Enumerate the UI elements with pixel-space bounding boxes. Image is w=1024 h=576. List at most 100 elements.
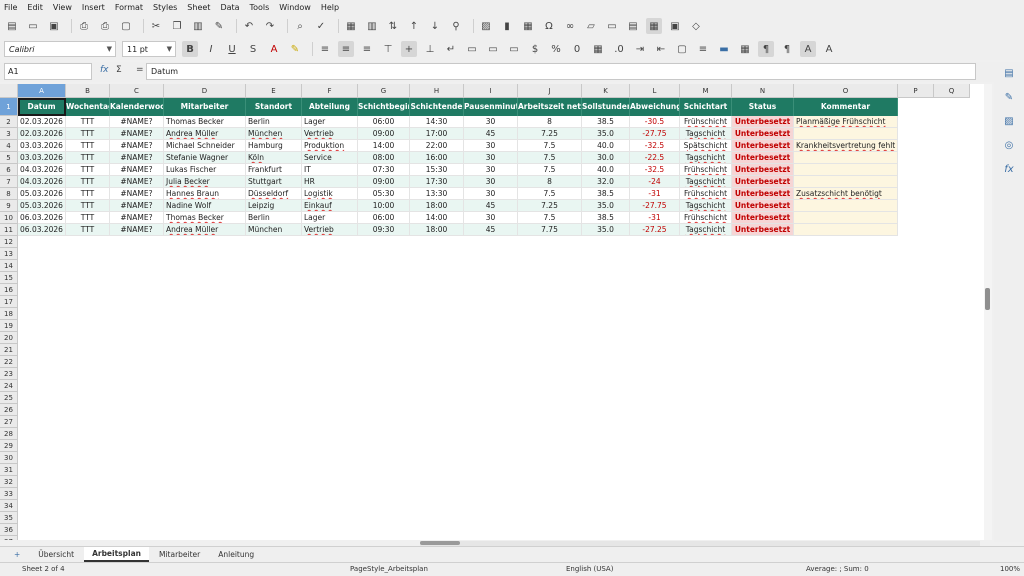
- table-cell[interactable]: 45: [464, 200, 518, 212]
- row-header[interactable]: 4: [0, 140, 18, 152]
- row-header[interactable]: 13: [0, 248, 18, 260]
- column-header[interactable]: H: [410, 84, 464, 98]
- table-cell[interactable]: #NAME?: [110, 116, 164, 128]
- undo-icon[interactable]: ↶: [241, 18, 257, 34]
- table-cell[interactable]: [794, 200, 898, 212]
- column-header[interactable]: K: [582, 84, 630, 98]
- table-cell[interactable]: [794, 176, 898, 188]
- font-color-icon[interactable]: A: [266, 41, 282, 57]
- table-cell[interactable]: 30: [464, 140, 518, 152]
- merge-center-icon[interactable]: ▭: [464, 41, 480, 57]
- menu-item[interactable]: Data: [220, 3, 239, 12]
- table-cell[interactable]: TTT: [66, 224, 110, 236]
- table-cell[interactable]: #NAME?: [110, 152, 164, 164]
- table-header-cell[interactable]: Sollstunden: [582, 98, 630, 116]
- table-cell[interactable]: 07:30: [358, 164, 410, 176]
- table-cell[interactable]: [794, 164, 898, 176]
- sheet-tab[interactable]: Arbeitsplan: [84, 547, 149, 562]
- column-header[interactable]: C: [110, 84, 164, 98]
- table-cell[interactable]: -24: [630, 176, 680, 188]
- add-sheet-button[interactable]: +: [6, 548, 28, 561]
- column-header[interactable]: Q: [934, 84, 970, 98]
- table-cell[interactable]: -22.5: [630, 152, 680, 164]
- table-cell[interactable]: 45: [464, 128, 518, 140]
- zoom-level[interactable]: 100%: [1000, 565, 1020, 573]
- row-header[interactable]: 24: [0, 380, 18, 392]
- table-cell[interactable]: 17:00: [410, 128, 464, 140]
- row-header[interactable]: 37: [0, 536, 18, 540]
- menu-item[interactable]: Sheet: [187, 3, 210, 12]
- table-cell[interactable]: 40.0: [582, 164, 630, 176]
- table-cell[interactable]: 38.5: [582, 212, 630, 224]
- table-cell[interactable]: Michael Schneider: [164, 140, 246, 152]
- table-cell[interactable]: TTT: [66, 212, 110, 224]
- table-cell[interactable]: 13:30: [410, 188, 464, 200]
- table-cell[interactable]: 14:00: [410, 212, 464, 224]
- table-cell[interactable]: Lukas Fischer: [164, 164, 246, 176]
- split-window-icon[interactable]: ▣: [667, 18, 683, 34]
- sort-ascending-icon[interactable]: ↑: [406, 18, 422, 34]
- paste-icon[interactable]: ▥: [190, 18, 206, 34]
- table-cell[interactable]: Hannes Braun: [164, 188, 246, 200]
- table-cell[interactable]: Logistik: [302, 188, 358, 200]
- table-cell[interactable]: #NAME?: [110, 128, 164, 140]
- vertical-scrollbar[interactable]: [984, 84, 992, 540]
- table-cell[interactable]: TTT: [66, 164, 110, 176]
- row-header[interactable]: 6: [0, 164, 18, 176]
- table-cell[interactable]: Unterbesetzt: [732, 116, 794, 128]
- table-cell[interactable]: Berlin: [246, 212, 302, 224]
- table-cell[interactable]: TTT: [66, 140, 110, 152]
- gallery-icon[interactable]: ▨: [1001, 114, 1017, 130]
- select-all-corner[interactable]: [0, 84, 18, 98]
- table-header-cell[interactable]: Schichtart: [680, 98, 732, 116]
- define-print-area-icon[interactable]: ▤: [625, 18, 641, 34]
- table-cell[interactable]: Produktion: [302, 140, 358, 152]
- menu-item[interactable]: View: [53, 3, 72, 12]
- align-center-icon[interactable]: ≡: [338, 41, 354, 57]
- table-cell[interactable]: 22:00: [410, 140, 464, 152]
- table-cell[interactable]: Frühschicht: [680, 164, 732, 176]
- column-header[interactable]: J: [518, 84, 582, 98]
- row-header[interactable]: 33: [0, 488, 18, 500]
- table-cell[interactable]: [794, 128, 898, 140]
- row-header[interactable]: 7: [0, 176, 18, 188]
- table-cell[interactable]: -30.5: [630, 116, 680, 128]
- row-header[interactable]: 27: [0, 416, 18, 428]
- table-cell[interactable]: 7.5: [518, 212, 582, 224]
- border-style-icon[interactable]: ≡: [695, 41, 711, 57]
- table-cell[interactable]: Unterbesetzt: [732, 176, 794, 188]
- font-name-box[interactable]: Calibri ▼: [4, 41, 116, 57]
- table-cell[interactable]: Frühschicht: [680, 212, 732, 224]
- hyperlink-icon[interactable]: ∞: [562, 18, 578, 34]
- row-header[interactable]: 18: [0, 308, 18, 320]
- italic-icon[interactable]: I: [203, 41, 219, 57]
- table-cell[interactable]: 02.03.2026: [18, 116, 66, 128]
- table-cell[interactable]: Unterbesetzt: [732, 164, 794, 176]
- row-header[interactable]: 23: [0, 368, 18, 380]
- sum-icon[interactable]: Σ: [116, 65, 122, 75]
- table-cell[interactable]: Unterbesetzt: [732, 224, 794, 236]
- menu-item[interactable]: File: [4, 3, 17, 12]
- redo-icon[interactable]: ↷: [262, 18, 278, 34]
- table-cell[interactable]: Unterbesetzt: [732, 200, 794, 212]
- align-bottom-icon[interactable]: ⊥: [422, 41, 438, 57]
- table-cell[interactable]: Düsseldorf: [246, 188, 302, 200]
- table-cell[interactable]: 14:00: [358, 140, 410, 152]
- table-cell[interactable]: -27.25: [630, 224, 680, 236]
- table-cell[interactable]: 35.0: [582, 200, 630, 212]
- export-pdf-icon[interactable]: ⎙: [76, 18, 92, 34]
- table-cell[interactable]: 30: [464, 212, 518, 224]
- show-draw-functions-icon[interactable]: ◇: [688, 18, 704, 34]
- table-header-cell[interactable]: Schichtbeginn: [358, 98, 410, 116]
- row-header[interactable]: 2: [0, 116, 18, 128]
- menu-item[interactable]: Tools: [250, 3, 270, 12]
- table-cell[interactable]: 8: [518, 116, 582, 128]
- align-top-icon[interactable]: ⊤: [380, 41, 396, 57]
- table-header-cell[interactable]: Wochentag: [66, 98, 110, 116]
- column-header[interactable]: A: [18, 84, 66, 98]
- row-icon[interactable]: ▦: [343, 18, 359, 34]
- table-cell[interactable]: 18:00: [410, 224, 464, 236]
- row-header[interactable]: 28: [0, 428, 18, 440]
- table-cell[interactable]: Unterbesetzt: [732, 212, 794, 224]
- table-cell[interactable]: -31: [630, 188, 680, 200]
